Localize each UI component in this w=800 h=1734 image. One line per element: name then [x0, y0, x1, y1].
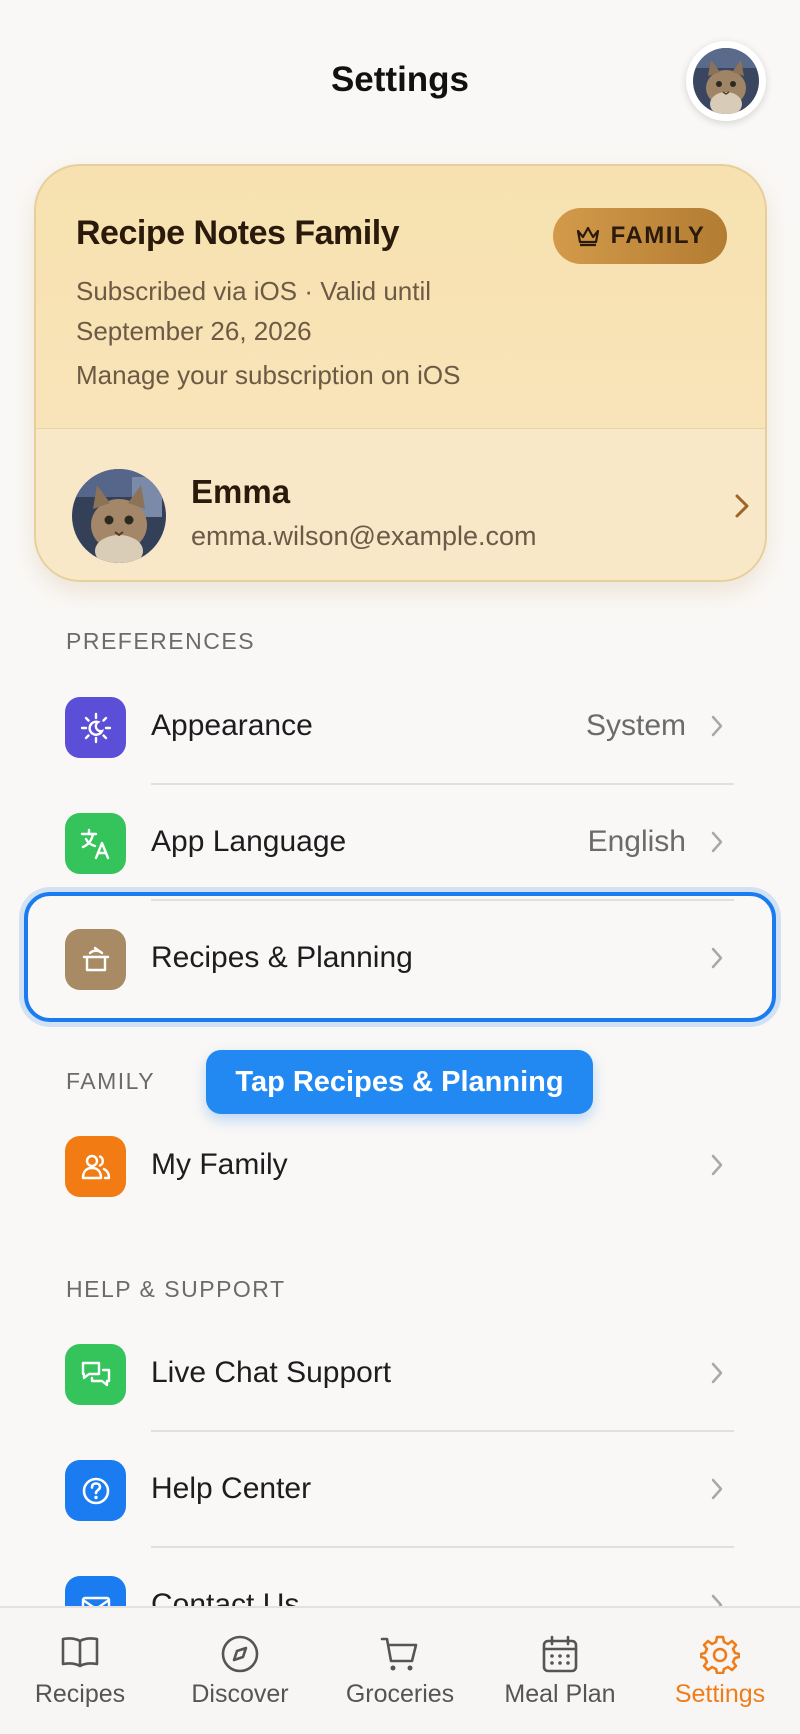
- row-label: My Family: [151, 1148, 288, 1181]
- subscription-name: Recipe Notes Family: [76, 214, 400, 252]
- divider: [151, 1546, 734, 1548]
- chevron-right-icon: [711, 831, 723, 853]
- tab-label: Meal Plan: [504, 1680, 616, 1708]
- header: Settings: [0, 0, 800, 160]
- people-icon: [65, 1136, 126, 1197]
- tab-settings[interactable]: Settings: [640, 1608, 800, 1734]
- cart-icon: [380, 1637, 418, 1671]
- tab-label: Settings: [674, 1680, 766, 1708]
- tab-label: Groceries: [345, 1680, 455, 1708]
- chevron-right-icon: [711, 1154, 723, 1176]
- subscription-manage-note: Manage your subscription on iOS: [76, 360, 461, 390]
- subscription-info: Recipe Notes Family FAMILY Subscribed vi…: [36, 166, 765, 428]
- settings-screen: Settings Recipe Notes Family FAMILY Subs…: [0, 0, 800, 1734]
- tutorial-highlight: [24, 892, 776, 1022]
- compass-icon: [221, 1635, 259, 1673]
- row-label: Help Center: [151, 1472, 312, 1505]
- section-label-help-support: HELP & SUPPORT: [66, 1276, 286, 1302]
- section-label-preferences: PREFERENCES: [66, 628, 256, 654]
- tutorial-tooltip: Tap Recipes & Planning: [206, 1050, 593, 1114]
- chevron-right-icon: [711, 1362, 723, 1384]
- settings-row-my-family[interactable]: My Family: [0, 1109, 800, 1225]
- settings-row-appearance[interactable]: Appearance System: [0, 670, 800, 786]
- page-title: Settings: [330, 60, 470, 99]
- settings-row-live-chat[interactable]: Live Chat Support: [0, 1317, 800, 1433]
- divider: [151, 783, 734, 785]
- row-value: English: [587, 825, 686, 858]
- subscription-card: Recipe Notes Family FAMILY Subscribed vi…: [34, 164, 767, 582]
- tab-meal-plan[interactable]: Meal Plan: [480, 1608, 640, 1734]
- settings-row-app-language[interactable]: App Language English: [0, 786, 800, 902]
- tab-bar: Recipes Discover Groceries Meal Plan Set…: [0, 1606, 800, 1734]
- divider: [151, 1430, 734, 1432]
- tab-groceries[interactable]: Groceries: [320, 1608, 480, 1734]
- user-name: Emma: [191, 473, 291, 510]
- chevron-right-icon: [711, 715, 723, 737]
- account-row[interactable]: Emma emma.wilson@example.com: [36, 429, 765, 580]
- gear-icon: [700, 1635, 740, 1674]
- tab-label: Discover: [191, 1680, 289, 1708]
- tab-recipes[interactable]: Recipes: [0, 1608, 160, 1734]
- section-label-family: FAMILY: [66, 1068, 156, 1094]
- profile-avatar-button[interactable]: [686, 41, 766, 121]
- chevron-right-icon: [711, 1478, 723, 1500]
- calendar-icon: [542, 1635, 578, 1673]
- row-label: App Language: [151, 825, 347, 858]
- settings-row-help-center[interactable]: Help Center: [0, 1433, 800, 1549]
- tab-discover[interactable]: Discover: [160, 1608, 320, 1734]
- plan-badge-label: FAMILY: [610, 222, 706, 249]
- subscription-status: Subscribed via iOS · Valid until: [76, 276, 432, 306]
- user-email: emma.wilson@example.com: [191, 521, 537, 551]
- plan-badge: FAMILY: [553, 208, 727, 264]
- question-icon: [65, 1460, 126, 1521]
- subscription-expiry: September 26, 2026: [76, 316, 312, 346]
- chevron-right-icon: [735, 494, 749, 518]
- row-label: Appearance: [151, 709, 313, 742]
- crown-icon: [576, 226, 599, 247]
- row-value: System: [585, 709, 686, 742]
- appearance-icon: [65, 697, 126, 758]
- translate-icon: [65, 813, 126, 874]
- user-avatar: [72, 469, 166, 563]
- book-icon: [61, 1637, 99, 1668]
- chat-icon: [65, 1344, 126, 1405]
- tab-label: Recipes: [34, 1680, 126, 1708]
- cat-avatar-icon: [693, 48, 759, 114]
- row-label: Live Chat Support: [151, 1356, 392, 1389]
